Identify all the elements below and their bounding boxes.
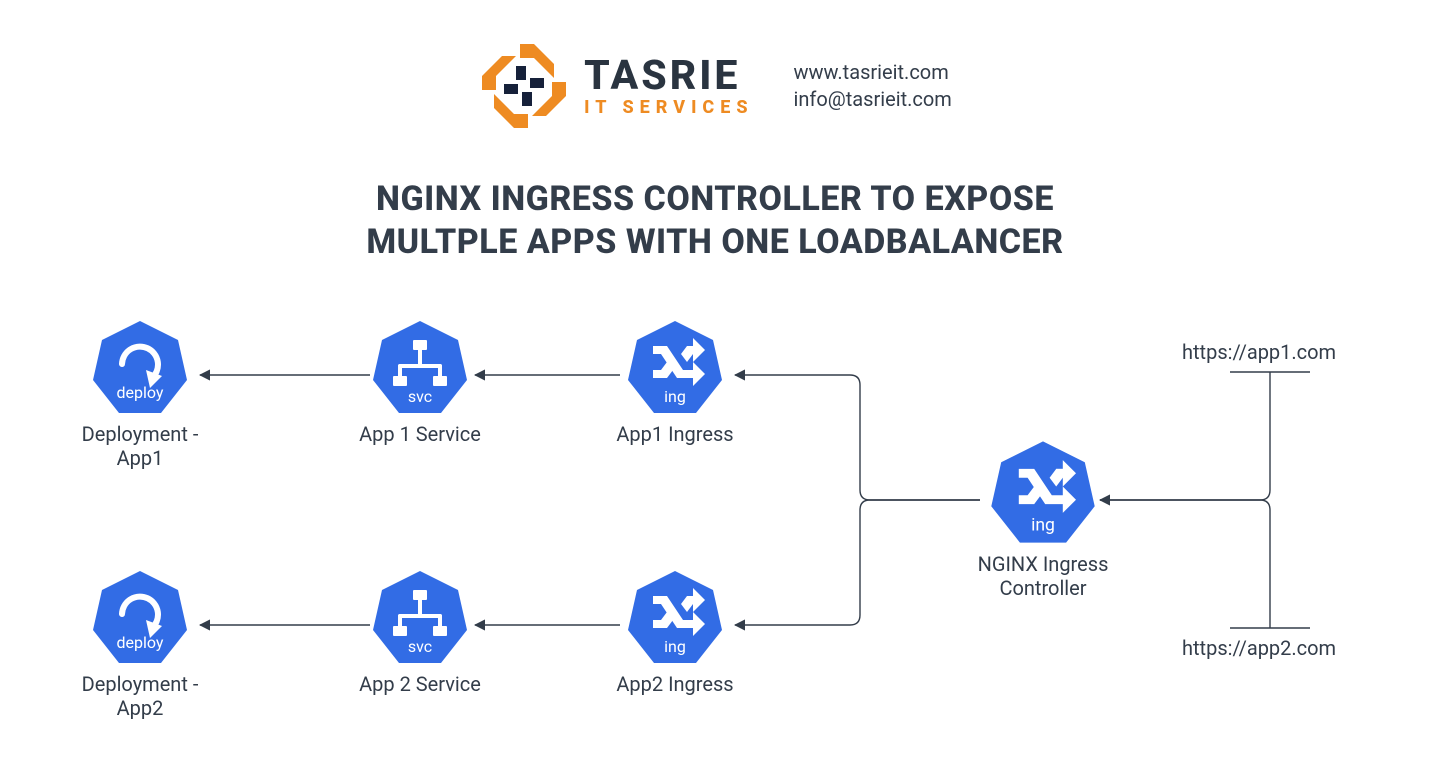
k8s-ing-icon [988, 438, 1098, 546]
node-ingress-controller: NGINX Ingress Controller [958, 438, 1128, 600]
node-deployment-app2: Deployment - App2 [60, 568, 220, 720]
k8s-deploy-icon [90, 568, 190, 666]
node-label: App 2 Service [340, 672, 500, 696]
k8s-ing-icon [625, 318, 725, 416]
node-ingress-app1: App1 Ingress [595, 318, 755, 446]
k8s-svc-icon [370, 318, 470, 416]
node-deployment-app1: Deployment - App1 [60, 318, 220, 470]
node-label: App2 Ingress [595, 672, 755, 696]
node-label: App1 Ingress [595, 422, 755, 446]
url-app2: https://app2.com [1182, 636, 1336, 660]
k8s-deploy-icon [90, 318, 190, 416]
node-service-app1: App 1 Service [340, 318, 500, 446]
node-label: App 1 Service [340, 422, 500, 446]
node-service-app2: App 2 Service [340, 568, 500, 696]
k8s-svc-icon [370, 568, 470, 666]
node-label: NGINX Ingress Controller [958, 552, 1128, 600]
node-label: Deployment - App1 [60, 422, 220, 470]
k8s-ing-icon [625, 568, 725, 666]
url-app1: https://app1.com [1182, 340, 1336, 364]
node-label: Deployment - App2 [60, 672, 220, 720]
node-ingress-app2: App2 Ingress [595, 568, 755, 696]
